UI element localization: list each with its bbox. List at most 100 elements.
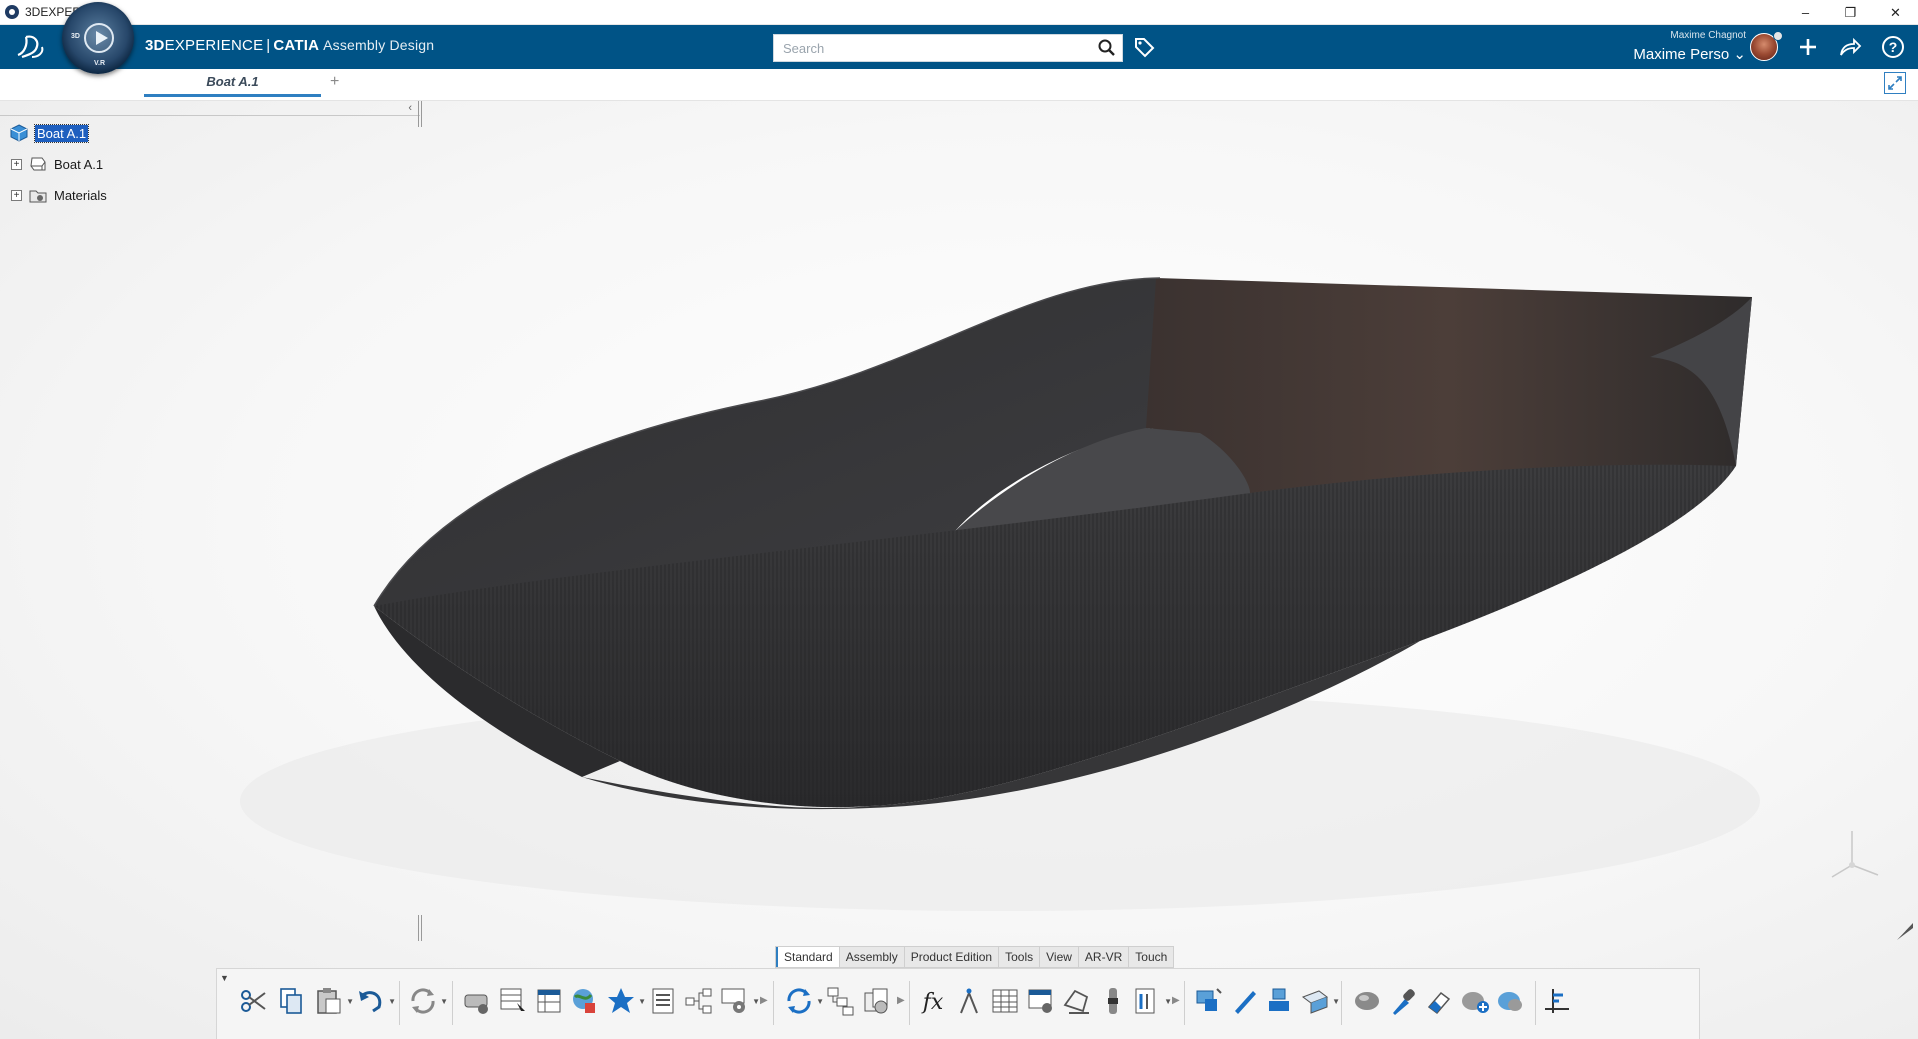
search-box xyxy=(773,34,1123,62)
notification-dot xyxy=(1773,31,1783,41)
separator xyxy=(1341,981,1342,1025)
paste-icon[interactable]: ▼ xyxy=(313,985,354,1017)
formula-icon[interactable]: fx xyxy=(917,985,949,1017)
cut-icon[interactable] xyxy=(237,985,269,1017)
pen-icon[interactable] xyxy=(1895,920,1915,942)
tree-resize-handle-top[interactable] xyxy=(418,101,422,127)
expand-icon[interactable]: + xyxy=(11,189,22,201)
slider-icon[interactable] xyxy=(1097,985,1129,1017)
boat-model[interactable] xyxy=(0,101,1918,941)
knowledge-icon[interactable] xyxy=(953,985,985,1017)
eraser-icon[interactable] xyxy=(1423,985,1455,1017)
app-icon xyxy=(5,5,19,19)
tree-root[interactable]: Boat A.1 xyxy=(9,122,90,144)
undo-icon[interactable]: ▼ xyxy=(355,985,396,1017)
separator xyxy=(773,981,774,1025)
tab-touch[interactable]: Touch xyxy=(1129,947,1173,967)
add-material-icon[interactable] xyxy=(1459,985,1491,1017)
user-menu[interactable]: Maxime Chagnot Maxime Perso ⌄ xyxy=(1633,30,1746,63)
design-table-icon[interactable] xyxy=(989,985,1021,1017)
avatar[interactable] xyxy=(1750,31,1783,61)
tree-resize-handle-bottom[interactable] xyxy=(418,915,422,941)
part-icon xyxy=(30,157,46,171)
tab-standard[interactable]: Standard xyxy=(776,947,840,967)
document-tabs: Boat A.1 + xyxy=(0,69,1918,101)
svg-text:fx: fx xyxy=(921,990,944,1015)
play-icon[interactable] xyxy=(84,23,114,53)
sketch-icon[interactable] xyxy=(1061,985,1093,1017)
star-icon[interactable]: ▼ xyxy=(605,985,646,1017)
tab-boat[interactable]: Boat A.1 xyxy=(144,69,321,97)
chevron-down-icon[interactable]: ▼ xyxy=(220,973,229,983)
engineering-connection-icon[interactable] xyxy=(1263,985,1295,1017)
minimize-button[interactable]: – xyxy=(1783,0,1828,25)
sync-icon[interactable]: ▼ xyxy=(783,985,824,1017)
eyedropper-icon[interactable] xyxy=(1387,985,1419,1017)
expand-icon[interactable]: + xyxy=(11,158,22,170)
user-name: Maxime Perso xyxy=(1633,46,1730,63)
select-table-icon[interactable] xyxy=(497,985,529,1017)
materials-folder-icon xyxy=(29,190,47,203)
tree-item-materials[interactable]: + Materials xyxy=(11,184,107,206)
action-bar: Standard Assembly Product Edition Tools … xyxy=(0,945,1918,1039)
share-icon[interactable] xyxy=(1838,35,1862,59)
snap-icon[interactable] xyxy=(1193,985,1225,1017)
tab-product-edition[interactable]: Product Edition xyxy=(905,947,1000,967)
collapse-tree-icon[interactable]: ‹ xyxy=(408,102,412,114)
compass-tool-icon[interactable] xyxy=(1541,985,1573,1017)
more-tools-icon[interactable]: ▶ xyxy=(760,995,768,1006)
tab-view[interactable]: View xyxy=(1040,947,1079,967)
add-tab-button[interactable]: + xyxy=(330,73,339,91)
configure-icon[interactable]: ▼ xyxy=(719,985,760,1017)
tag-icon[interactable] xyxy=(1133,36,1155,58)
window-titlebar: 3DEXPERIENCE – ❐ ✕ xyxy=(0,0,1918,25)
product-root-icon xyxy=(10,124,28,142)
tree-root-label: Boat A.1 xyxy=(33,123,90,143)
table-settings-icon[interactable] xyxy=(1025,985,1057,1017)
more-tools-icon[interactable]: ▶ xyxy=(897,995,905,1006)
structure-icon[interactable] xyxy=(683,985,715,1017)
replace-icon[interactable] xyxy=(861,985,893,1017)
add-icon[interactable] xyxy=(1796,35,1820,59)
tab-assembly[interactable]: Assembly xyxy=(840,947,905,967)
close-button[interactable]: ✕ xyxy=(1873,0,1918,25)
axis-triad-icon[interactable] xyxy=(1820,825,1884,885)
section-icon[interactable]: ▼ xyxy=(1299,985,1340,1017)
compass-widget[interactable]: 3D V.R xyxy=(62,2,134,74)
separator xyxy=(1184,981,1185,1025)
fullscreen-icon[interactable] xyxy=(1884,72,1906,94)
dassault-logo-icon[interactable] xyxy=(14,31,48,63)
separator xyxy=(452,981,453,1025)
separator xyxy=(399,981,400,1025)
compass-label-vr: V.R xyxy=(94,60,106,67)
parameters-icon[interactable]: ▼ xyxy=(1131,985,1172,1017)
update-icon[interactable]: ▼ xyxy=(407,985,448,1017)
properties-icon[interactable] xyxy=(461,985,493,1017)
compass-label-3d: 3D xyxy=(71,33,80,40)
table-icon[interactable] xyxy=(533,985,565,1017)
more-tools-icon[interactable]: ▶ xyxy=(1172,995,1180,1006)
copy-icon[interactable] xyxy=(275,985,307,1017)
top-bar: 3DEXPERIENCE|CATIAAssembly Design Maxime… xyxy=(0,25,1918,69)
brand-title: 3DEXPERIENCE | CATIA Assembly Design xyxy=(145,37,435,54)
tree-reorder-icon[interactable] xyxy=(825,985,857,1017)
material-icon[interactable] xyxy=(569,985,601,1017)
chevron-down-icon: ⌄ xyxy=(1733,46,1746,63)
tab-tools[interactable]: Tools xyxy=(999,947,1041,967)
tab-ar-vr[interactable]: AR-VR xyxy=(1079,947,1130,967)
shading-icon[interactable] xyxy=(1351,985,1383,1017)
search-icon[interactable] xyxy=(1092,35,1122,61)
restore-button[interactable]: ❐ xyxy=(1828,0,1873,25)
separator xyxy=(909,981,910,1025)
search-input[interactable] xyxy=(774,35,1092,61)
tree-header-bar: ‹ xyxy=(0,102,420,116)
apply-material-icon[interactable] xyxy=(1495,985,1527,1017)
help-icon[interactable]: ? xyxy=(1881,35,1905,59)
tree-item-boat[interactable]: + Boat A.1 xyxy=(11,153,103,175)
separator xyxy=(1535,981,1536,1025)
measure-icon[interactable] xyxy=(1229,985,1261,1017)
toolbar-strip: ▼ ▼ ▼ ▼ ▼ ▼ ▶ ▼ ▶ fx ▼ ▶ ▼ xyxy=(216,968,1700,1039)
list-icon[interactable] xyxy=(647,985,679,1017)
tree-item-label: Boat A.1 xyxy=(54,156,104,172)
tree-item-label: Materials xyxy=(54,187,107,203)
